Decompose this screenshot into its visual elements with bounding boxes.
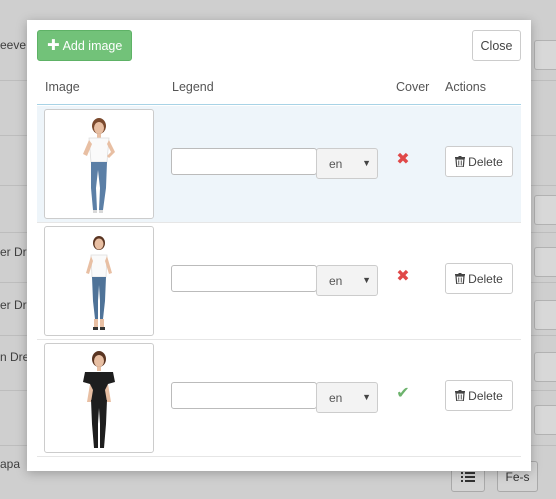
legend-input[interactable]	[171, 265, 317, 292]
table-header: Image Legend Cover Actions	[37, 76, 521, 105]
model-photo	[83, 351, 115, 448]
language-select[interactable]: en ▼	[316, 382, 378, 413]
list-icon	[461, 471, 475, 482]
image-manager-modal: ✚ Add image Close Image Legend Cover Act…	[27, 20, 531, 471]
model-photo	[86, 236, 112, 330]
language-value: en	[329, 156, 343, 171]
legend-input[interactable]	[171, 382, 317, 409]
bg-row-button[interactable]	[534, 195, 556, 225]
column-header-image: Image	[45, 80, 80, 94]
language-select[interactable]: en ▼	[316, 148, 378, 179]
add-image-button[interactable]: ✚ Add image	[37, 30, 133, 61]
table-row: en ▼ ✔ Delete	[37, 340, 521, 457]
bg-product-name: apa	[0, 457, 21, 471]
trash-icon	[455, 156, 466, 167]
language-value: en	[329, 273, 343, 288]
table-row: en ▼ ✖ Delete	[37, 106, 521, 223]
bg-product-name: er Dr	[0, 298, 27, 312]
column-header-legend: Legend	[172, 80, 214, 94]
cross-icon[interactable]: ✖	[394, 268, 412, 286]
close-button[interactable]: Close	[472, 30, 521, 61]
legend-input[interactable]	[171, 148, 317, 175]
product-image-thumbnail[interactable]	[44, 226, 154, 336]
trash-icon	[455, 273, 466, 284]
caret-down-icon: ▼	[362, 275, 371, 285]
cross-icon[interactable]: ✖	[394, 151, 412, 169]
bg-product-name: eeve	[0, 38, 27, 52]
caret-down-icon: ▼	[362, 392, 371, 402]
trash-icon	[455, 390, 466, 401]
add-image-label: Add image	[62, 38, 123, 53]
bg-product-name: er Dr	[0, 245, 27, 259]
bg-row-button[interactable]	[534, 405, 556, 435]
delete-button[interactable]: Delete	[445, 380, 513, 411]
column-header-cover: Cover	[396, 80, 430, 94]
delete-label: Delete	[468, 154, 503, 169]
bg-row-button[interactable]	[534, 40, 556, 70]
model-photo	[83, 118, 115, 213]
caret-down-icon: ▼	[362, 158, 371, 168]
delete-label: Delete	[468, 388, 503, 403]
language-value: en	[329, 390, 343, 405]
table-row: en ▼ ✖ Delete	[37, 223, 521, 340]
bg-row-button[interactable]	[534, 300, 556, 330]
column-header-actions: Actions	[445, 80, 486, 94]
check-icon[interactable]: ✔	[394, 385, 412, 403]
bg-row-button[interactable]	[534, 352, 556, 382]
delete-button[interactable]: Delete	[445, 146, 513, 177]
plus-icon: ✚	[47, 37, 60, 54]
product-image-thumbnail[interactable]	[44, 343, 154, 453]
delete-label: Delete	[468, 271, 503, 286]
language-select[interactable]: en ▼	[316, 265, 378, 296]
bg-row-button[interactable]	[534, 247, 556, 277]
delete-button[interactable]: Delete	[445, 263, 513, 294]
product-image-thumbnail[interactable]	[44, 109, 154, 219]
